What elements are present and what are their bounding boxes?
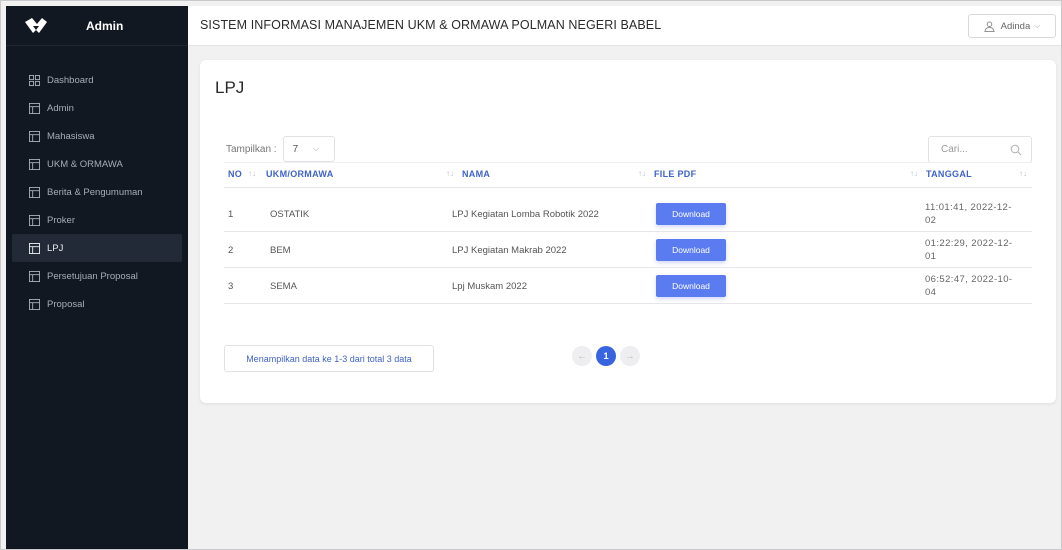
page-title: LPJ	[215, 78, 245, 97]
sidebar-item-label: Proposal	[47, 298, 85, 310]
table-info: Menampilkan data ke 1-3 dari total 3 dat…	[224, 345, 434, 372]
download-button[interactable]: Download	[656, 275, 726, 297]
sort-icon[interactable]: ↑↓	[1019, 169, 1027, 178]
search-placeholder: Cari...	[941, 144, 968, 155]
table-icon	[29, 242, 40, 254]
user-menu-button[interactable]: Adinda ⌵	[968, 14, 1056, 38]
next-page-button[interactable]: →	[620, 346, 640, 366]
sidebar-item-label: Mahasiswa	[47, 130, 95, 142]
table-icon	[29, 102, 40, 114]
download-button[interactable]: Download	[656, 239, 726, 261]
cell-ukm: SEMA	[270, 281, 297, 292]
cell-no: 2	[228, 245, 234, 256]
cell-nama: LPJ Kegiatan Makrab 2022	[452, 245, 567, 256]
table-icon	[29, 158, 40, 170]
sidebar-item-label: LPJ	[47, 242, 64, 254]
column-header-ukm[interactable]: UKM/ORMAWA	[266, 169, 334, 179]
table-icon	[29, 214, 40, 226]
pagination: ← 1 →	[572, 346, 644, 366]
table-row: 3 SEMA Lpj Muskam 2022 Download 06:52:47…	[224, 268, 1032, 304]
sidebar-item-label: Dashboard	[47, 74, 94, 86]
cell-tanggal-line1: 01:22:29, 2022-12-	[925, 238, 1013, 249]
cell-tanggal-line1: 06:52:47, 2022-10-	[925, 274, 1013, 285]
top-bar: SISTEM INFORMASI MANAJEMEN UKM & ORMAWA …	[188, 6, 1062, 46]
table-icon	[29, 298, 40, 310]
column-header-file[interactable]: FILE PDF	[654, 169, 696, 179]
sort-icon[interactable]: ↑↓	[446, 169, 454, 178]
table-icon	[29, 186, 40, 198]
sort-icon[interactable]: ↑↓	[638, 169, 646, 178]
table-icon	[29, 270, 40, 282]
cell-tanggal-line2: 01	[925, 251, 937, 262]
cell-no: 3	[228, 281, 234, 292]
sidebar-nav: Dashboard Admin Mahasiswa UKM & ORMAWA B…	[6, 46, 188, 318]
cell-tanggal: 01:22:29, 2022-12- 01	[925, 237, 1045, 263]
sidebar-item-proker[interactable]: Proker	[12, 206, 182, 234]
sidebar-header: Admin	[6, 6, 188, 46]
page-length-label: Tampilkan :	[226, 143, 277, 155]
sort-icon[interactable]: ↑↓	[248, 169, 256, 178]
sidebar-item-berita[interactable]: Berita & Pengumuman	[12, 178, 182, 206]
page-length-select[interactable]: 7 ⌵	[282, 136, 335, 162]
sidebar: Admin Dashboard Admin Mahasiswa UKM & OR…	[6, 6, 188, 550]
sidebar-item-label: UKM & ORMAWA	[47, 158, 123, 170]
sidebar-item-persetujuan-proposal[interactable]: Persetujuan Proposal	[12, 262, 182, 290]
prev-page-button[interactable]: ←	[572, 346, 592, 366]
cell-tanggal-line2: 02	[925, 215, 937, 226]
cell-nama: Lpj Muskam 2022	[452, 281, 527, 292]
sidebar-item-label: Proker	[47, 214, 75, 226]
cell-tanggal: 06:52:47, 2022-10- 04	[925, 273, 1045, 299]
cell-nama: LPJ Kegiatan Lomba Robotik 2022	[452, 209, 599, 220]
sidebar-item-ukm-ormawa[interactable]: UKM & ORMAWA	[12, 150, 182, 178]
user-name: Adinda	[1000, 20, 1031, 32]
grid-icon	[29, 74, 40, 86]
table-row: 2 BEM LPJ Kegiatan Makrab 2022 Download …	[224, 232, 1032, 268]
sidebar-item-label: Admin	[47, 102, 74, 114]
cell-no: 1	[228, 209, 234, 220]
chevron-down-icon: ⌵	[313, 144, 320, 153]
cell-tanggal-line1: 11:01:41, 2022-12-	[925, 202, 1012, 213]
logo-icon	[25, 17, 47, 33]
search-input[interactable]: Cari...	[928, 136, 1032, 163]
download-button[interactable]: Download	[656, 203, 726, 225]
table-row: 1 OSTATIK LPJ Kegiatan Lomba Robotik 202…	[224, 196, 1032, 232]
column-header-no[interactable]: NO	[228, 169, 242, 179]
sidebar-item-admin[interactable]: Admin	[12, 94, 182, 122]
cell-ukm: OSTATIK	[270, 209, 310, 220]
sidebar-item-dashboard[interactable]: Dashboard	[12, 66, 182, 94]
lpj-card: LPJ Tampilkan : 7 ⌵ Cari... NO ↑↓ UKM/OR…	[200, 60, 1056, 403]
table-header: NO ↑↓ UKM/ORMAWA ↑↓ NAMA ↑↓ FILE PDF ↑↓ …	[224, 162, 1032, 188]
sidebar-item-label: Persetujuan Proposal	[47, 270, 138, 282]
page-length-control: Tampilkan : 7 ⌵	[226, 136, 335, 162]
search-icon	[1010, 144, 1022, 156]
sidebar-item-proposal[interactable]: Proposal	[12, 290, 182, 318]
sidebar-item-label: Berita & Pengumuman	[47, 186, 143, 198]
sidebar-item-mahasiswa[interactable]: Mahasiswa	[12, 122, 182, 150]
app-title: SISTEM INFORMASI MANAJEMEN UKM & ORMAWA …	[200, 18, 662, 32]
chevron-down-icon: ⌵	[1034, 21, 1041, 30]
cell-ukm: BEM	[270, 245, 291, 256]
sidebar-brand: Admin	[86, 18, 124, 33]
column-header-tanggal[interactable]: TANGGAL	[926, 169, 972, 179]
column-header-nama[interactable]: NAMA	[462, 169, 490, 179]
sort-icon[interactable]: ↑↓	[910, 169, 918, 178]
user-icon	[984, 20, 995, 32]
page-button-current[interactable]: 1	[596, 346, 616, 366]
cell-tanggal: 11:01:41, 2022-12- 02	[925, 201, 1045, 227]
sidebar-item-lpj[interactable]: LPJ	[12, 234, 182, 262]
table-icon	[29, 130, 40, 142]
page-length-value: 7	[292, 143, 299, 155]
cell-tanggal-line2: 04	[925, 287, 937, 298]
